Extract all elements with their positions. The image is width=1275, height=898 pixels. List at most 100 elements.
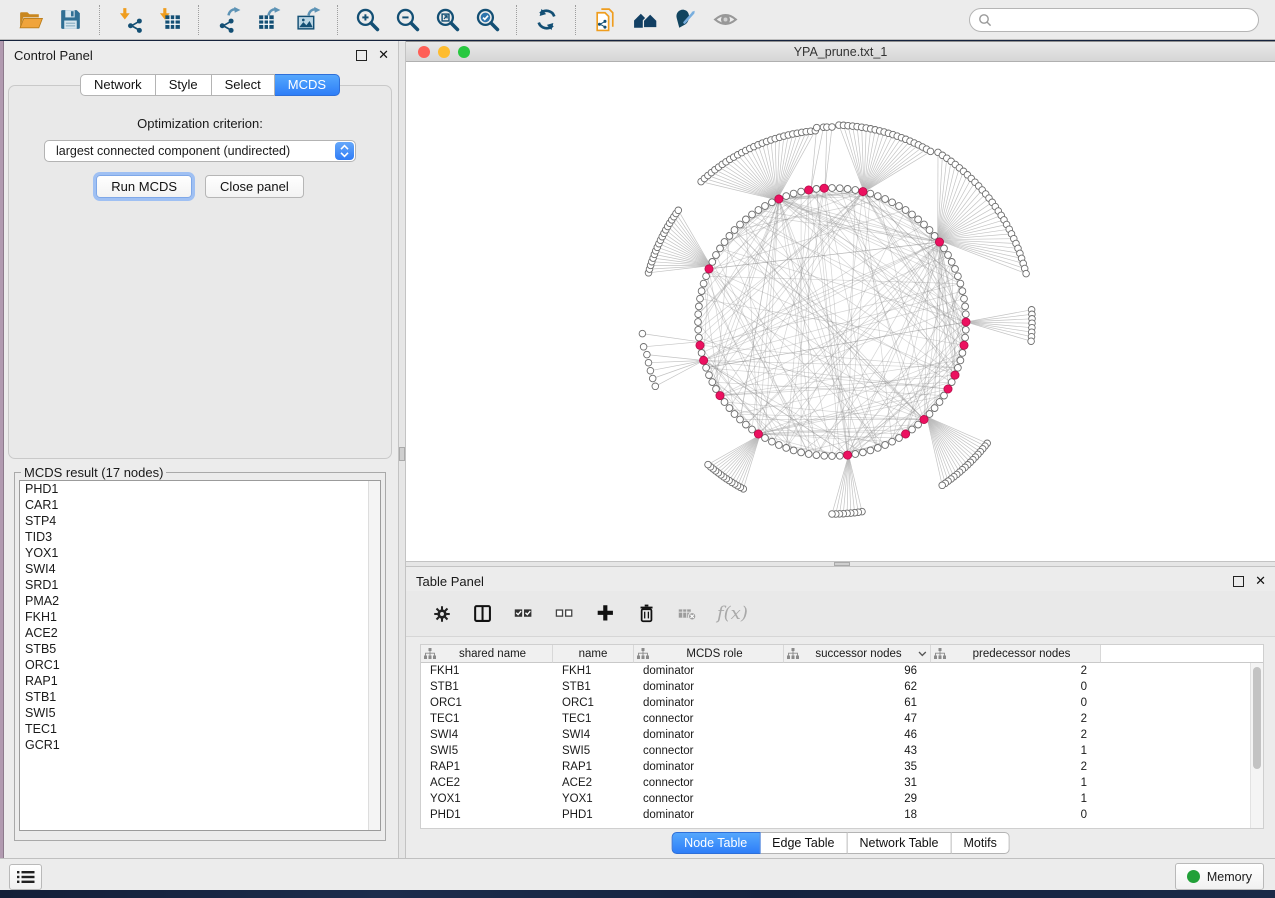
network-node[interactable] [695,311,702,318]
save-session-button[interactable] [52,3,88,37]
optimization-criterion-select[interactable]: largest connected component (undirected) [44,140,356,162]
network-node[interactable] [962,303,969,310]
network-node[interactable] [889,438,896,445]
tab-edge-table[interactable]: Edge Table [760,832,847,854]
table-row-STB1[interactable]: STB1STB1dominator620 [421,679,1263,695]
network-node[interactable] [698,288,705,295]
network-canvas[interactable] [406,62,1275,561]
table-row-PHD1[interactable]: PHD1PHD1dominator180 [421,807,1263,823]
network-node[interactable] [695,319,702,326]
mcds-node[interactable] [716,392,724,400]
network-node[interactable] [726,233,733,240]
zoom-selected-button[interactable] [469,3,505,37]
network-node[interactable] [941,392,948,399]
tab-motifs[interactable]: Motifs [951,832,1009,854]
tab-select[interactable]: Select [212,74,275,96]
leaf-node[interactable] [927,148,934,155]
network-node[interactable] [957,280,964,287]
leaf-node[interactable] [652,383,659,390]
splitter-grip[interactable] [834,562,850,566]
network-node[interactable] [731,411,738,418]
network-node[interactable] [709,379,716,386]
select-all-rows-button[interactable] [512,602,536,626]
table-row-FKH1[interactable]: FKH1FKH1dominator962 [421,663,1263,679]
mcds-result-item[interactable]: ORC1 [20,657,380,673]
network-node[interactable] [698,350,705,357]
network-node[interactable] [713,252,720,259]
network-graph[interactable] [406,62,1275,561]
mcds-node[interactable] [935,238,943,246]
mcds-result-item[interactable]: STB1 [20,689,380,705]
column-header-shared-name[interactable]: shared name [421,645,553,663]
tab-mcds[interactable]: MCDS [275,74,340,96]
tab-style[interactable]: Style [156,74,212,96]
task-history-button[interactable] [9,864,42,890]
network-node[interactable] [896,203,903,210]
network-node[interactable] [749,426,756,433]
mcds-node[interactable] [820,184,828,192]
table-settings-button[interactable] [430,602,454,626]
table-row-ACE2[interactable]: ACE2ACE2connector311 [421,775,1263,791]
leaf-node[interactable] [705,461,712,468]
leaf-node[interactable] [645,359,652,366]
import-network-button[interactable] [111,3,147,37]
mcds-result-item[interactable]: GCR1 [20,737,380,753]
network-node[interactable] [915,216,922,223]
network-node[interactable] [874,193,881,200]
network-node[interactable] [703,273,710,280]
search-input[interactable] [992,12,1250,28]
mcds-node[interactable] [859,188,867,196]
leaf-node[interactable] [644,351,651,358]
export-network-button[interactable] [210,3,246,37]
float-table-panel-button[interactable] [1233,576,1244,587]
network-node[interactable] [776,442,783,449]
network-node[interactable] [962,334,969,341]
network-node[interactable] [955,273,962,280]
network-node[interactable] [706,372,713,379]
import-table-button[interactable] [151,3,187,37]
network-node[interactable] [695,326,702,333]
mcds-result-item[interactable]: SWI4 [20,561,380,577]
network-node[interactable] [844,186,851,193]
run-mcds-button[interactable]: Run MCDS [96,175,192,198]
network-node[interactable] [948,379,955,386]
network-node[interactable] [709,259,716,266]
delete-table-button[interactable] [676,602,700,626]
table-scrollbar-thumb[interactable] [1253,667,1261,769]
network-node[interactable] [726,405,733,412]
network-node[interactable] [749,211,756,218]
network-node[interactable] [896,435,903,442]
mcds-result-item[interactable]: TEC1 [20,721,380,737]
network-node[interactable] [931,405,938,412]
zoom-in-button[interactable] [349,3,385,37]
mcds-node[interactable] [705,265,713,273]
leaf-node[interactable] [675,207,682,214]
network-node[interactable] [874,445,881,452]
network-node[interactable] [743,216,750,223]
network-node[interactable] [696,303,703,310]
mcds-result-item[interactable]: PMA2 [20,593,380,609]
network-node[interactable] [921,221,928,228]
mcds-node[interactable] [962,318,970,326]
network-node[interactable] [941,245,948,252]
network-node[interactable] [957,357,964,364]
mcds-result-item[interactable]: RAP1 [20,673,380,689]
network-node[interactable] [769,199,776,206]
network-node[interactable] [731,227,738,234]
vertical-splitter[interactable] [398,41,406,858]
first-neighbors-button[interactable] [627,3,663,37]
network-node[interactable] [713,386,720,393]
mcds-list-scrollbar[interactable] [368,481,380,830]
network-node[interactable] [836,452,843,459]
column-header-MCDS-role[interactable]: MCDS role [634,645,784,663]
network-node[interactable] [783,193,790,200]
mcds-result-item[interactable]: YOX1 [20,545,380,561]
open-file-button[interactable] [12,3,48,37]
network-node[interactable] [926,227,933,234]
network-node[interactable] [790,190,797,197]
column-header-predecessor-nodes[interactable]: predecessor nodes [931,645,1101,663]
mcds-result-item[interactable]: SRD1 [20,577,380,593]
network-node[interactable] [697,295,704,302]
table-row-RAP1[interactable]: RAP1RAP1dominator352 [421,759,1263,775]
export-image-button[interactable] [290,3,326,37]
